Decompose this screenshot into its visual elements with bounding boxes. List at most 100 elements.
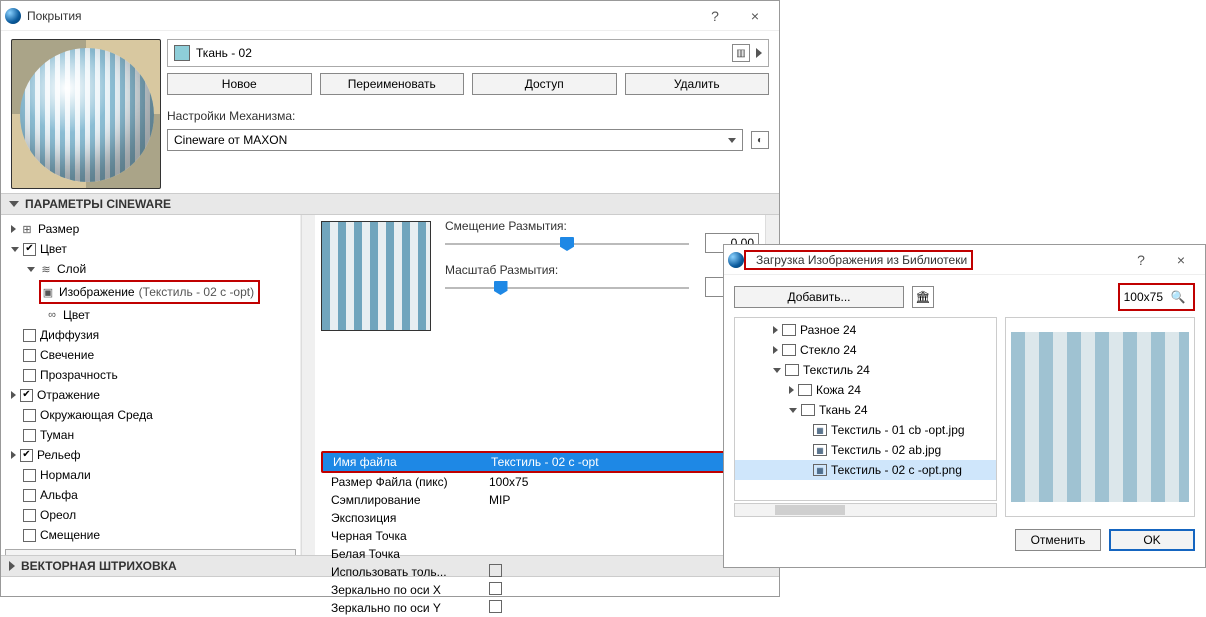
tree-item-diffusion[interactable]: Диффузия [40, 328, 99, 342]
section-cineware-params[interactable]: ПАРАМЕТРЫ CINEWARE [1, 193, 779, 215]
help-button[interactable]: ? [1121, 252, 1161, 268]
expand-icon[interactable] [773, 326, 778, 334]
material-name-row[interactable]: Ткань - 02 ▥ [167, 39, 769, 67]
tree-item-image[interactable]: Изображение [59, 285, 135, 299]
collapse-icon[interactable] [773, 368, 781, 373]
tree-item-fog[interactable]: Туман [40, 428, 74, 442]
library-tree[interactable]: Разное 24 Стекло 24 Текстиль 24 Кожа 24 … [734, 317, 997, 501]
collapse-icon[interactable] [11, 247, 19, 252]
layer-icon: ≋ [39, 262, 53, 276]
checkbox[interactable] [23, 429, 36, 442]
channel-properties: Смещение Размытия: 0,00 Масштаб Размытия… [315, 215, 765, 555]
titlebar[interactable]: Покрытия ? × [1, 1, 779, 31]
prop-useonly[interactable]: Использовать толь... [321, 563, 759, 581]
prop-sampling[interactable]: СэмплированиеMIP [321, 491, 759, 509]
tree-folder-misc[interactable]: Разное 24 [800, 323, 856, 337]
blur-scale-slider[interactable]: 0,00 [445, 279, 759, 297]
checkbox[interactable] [23, 509, 36, 522]
tree-item-size[interactable]: Размер [38, 222, 79, 236]
cancel-button[interactable]: Отменить [1015, 529, 1101, 551]
tree-item-color2[interactable]: Цвет [63, 308, 90, 322]
tree-item-reflection[interactable]: Отражение [37, 388, 100, 402]
expand-icon[interactable] [11, 451, 16, 459]
checkbox[interactable] [489, 582, 502, 595]
settings-match-combo[interactable]: Соответствие Настроек... [5, 549, 296, 555]
expand-icon[interactable] [11, 225, 16, 233]
expand-icon[interactable] [789, 386, 794, 394]
texture-thumbnail[interactable] [321, 221, 431, 331]
folder-icon [785, 364, 799, 376]
rename-button[interactable]: Переименовать [320, 73, 465, 95]
close-button[interactable]: × [1161, 252, 1201, 268]
library-icon[interactable]: 🏛 [912, 286, 934, 308]
checkbox[interactable] [23, 243, 36, 256]
add-button[interactable]: Добавить... [734, 286, 904, 308]
chevron-right-icon[interactable] [756, 48, 762, 58]
blur-offset-slider[interactable]: 0,00 [445, 235, 759, 253]
tree-item-transparency[interactable]: Прозрачность [40, 368, 118, 382]
expand-icon[interactable] [773, 346, 778, 354]
pick-icon[interactable]: ▥ [732, 44, 750, 62]
tree-folder-leather[interactable]: Кожа 24 [816, 383, 861, 397]
tree-item-layer[interactable]: Слой [57, 262, 86, 276]
collapse-icon[interactable] [27, 267, 35, 272]
prop-whitepoint[interactable]: Белая Точка1 [321, 545, 759, 563]
size-icon: ⊞ [20, 222, 34, 236]
tree-item-alpha[interactable]: Альфа [40, 488, 78, 502]
collapse-icon[interactable] [789, 408, 797, 413]
settings-match-label: Соответствие Настроек... [12, 553, 154, 555]
chevron-right-icon [9, 561, 15, 571]
load-image-dialog: Загрузка Изображения из Библиотеки ? × Д… [723, 244, 1206, 568]
prop-exposure[interactable]: Экспозиция0 [321, 509, 759, 527]
new-button[interactable]: Новое [167, 73, 312, 95]
tree-folder-fabric[interactable]: Ткань 24 [819, 403, 868, 417]
help-button[interactable]: ? [695, 8, 735, 24]
engine-combo[interactable]: Cineware от MAXON [167, 129, 743, 151]
info-icon[interactable]: 🔍 [1167, 286, 1189, 308]
folder-icon [782, 324, 796, 336]
horizontal-scrollbar[interactable] [734, 503, 997, 517]
tree-file[interactable]: Текстиль - 01 cb -opt.jpg [831, 423, 965, 437]
checkbox[interactable] [23, 469, 36, 482]
checkbox[interactable] [23, 489, 36, 502]
tree-item-glow[interactable]: Ореол [40, 508, 76, 522]
tree-item-normals[interactable]: Нормали [40, 468, 91, 482]
checkbox[interactable] [23, 349, 36, 362]
tree-item-environment[interactable]: Окружающая Среда [40, 408, 153, 422]
channel-tree[interactable]: ⊞Размер Цвет ≋Слой ▣ Изображение (Тексти… [1, 215, 301, 555]
engine-value: Cineware от MAXON [174, 133, 287, 147]
access-button[interactable]: Доступ [472, 73, 617, 95]
blur-scale-label: Масштаб Размытия: [445, 263, 759, 277]
tree-scrollbar[interactable] [301, 215, 315, 555]
prop-mirror-x[interactable]: Зеркально по оси X [321, 581, 759, 599]
chevron-down-icon [728, 138, 736, 143]
prop-mirror-y[interactable]: Зеркально по оси Y [321, 599, 759, 617]
close-button[interactable]: × [735, 8, 775, 24]
delete-button[interactable]: Удалить [625, 73, 770, 95]
surfaces-dialog: Покрытия ? × Ткань - 02 ▥ Новое Переимен… [0, 0, 780, 597]
tree-item-luminance[interactable]: Свечение [40, 348, 94, 362]
checkbox[interactable] [20, 449, 33, 462]
checkbox[interactable] [23, 329, 36, 342]
tree-folder-glass[interactable]: Стекло 24 [800, 343, 857, 357]
ok-button[interactable]: OK [1109, 529, 1195, 551]
tree-file[interactable]: Текстиль - 02 ab.jpg [831, 443, 941, 457]
prop-blackpoint[interactable]: Черная Точка0 [321, 527, 759, 545]
prop-filename[interactable]: Имя файла Текстиль - 02 c -opt ... [323, 453, 757, 471]
checkbox[interactable] [20, 389, 33, 402]
checkbox[interactable] [489, 564, 502, 577]
tree-folder-textile[interactable]: Текстиль 24 [803, 363, 870, 377]
checkbox[interactable] [489, 600, 502, 613]
tree-item-color[interactable]: Цвет [40, 242, 67, 256]
tree-item-bump[interactable]: Рельеф [37, 448, 81, 462]
tree-file-selected[interactable]: Текстиль - 02 c -opt.png [831, 463, 962, 477]
image-preview [1005, 317, 1195, 517]
checkbox[interactable] [23, 529, 36, 542]
titlebar[interactable]: Загрузка Изображения из Библиотеки ? × [724, 245, 1205, 275]
tree-item-displacement[interactable]: Смещение [40, 528, 100, 542]
section-title: ПАРАМЕТРЫ CINEWARE [25, 197, 171, 211]
checkbox[interactable] [23, 409, 36, 422]
checkbox[interactable] [23, 369, 36, 382]
expand-icon[interactable] [11, 391, 16, 399]
engine-settings-icon[interactable]: ◐ [751, 131, 769, 149]
